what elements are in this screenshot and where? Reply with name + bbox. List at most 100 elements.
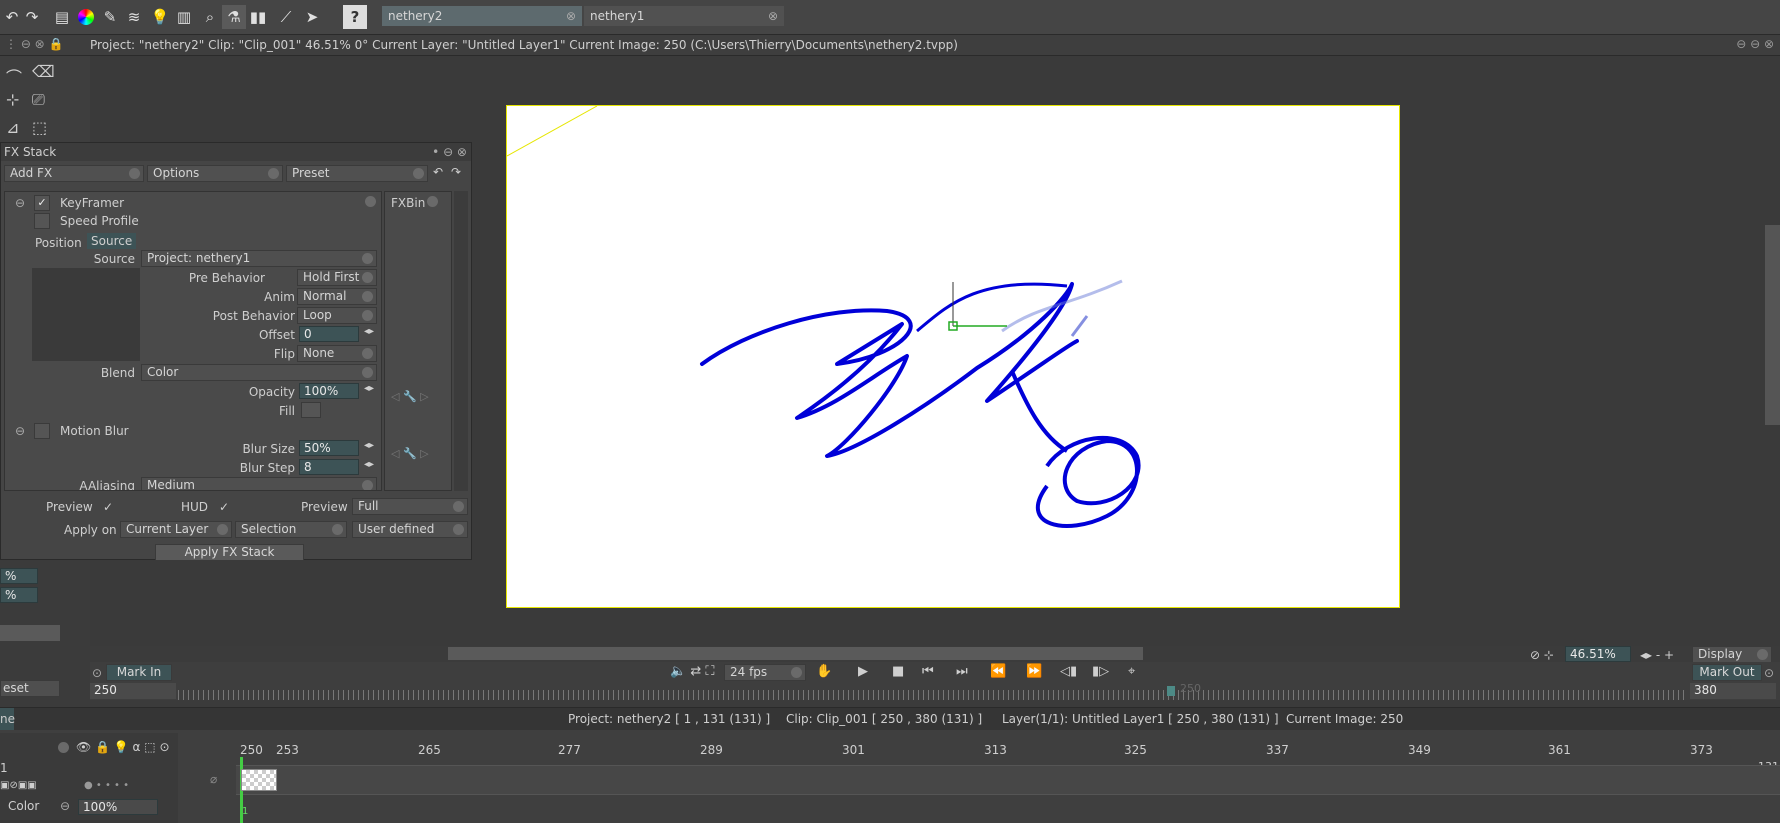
window-controls-icon[interactable]: ⊖ ⊖ ⊗ [1736,37,1774,51]
drawing-canvas[interactable] [506,105,1400,608]
fx-scrollbar[interactable] [454,191,468,491]
tab-source[interactable]: Source [87,233,137,249]
blend-dropdown[interactable]: Color [141,364,377,381]
blur-size-input[interactable]: 50% [299,440,359,456]
offset-input[interactable]: 0 [299,326,359,342]
mark-out-value[interactable]: 380 [1690,683,1776,699]
redo-icon[interactable]: ↷ [451,165,461,179]
send-icon[interactable]: ➤ [300,5,324,29]
preview-mode-dropdown[interactable]: Full [352,498,468,515]
flip-dropdown[interactable]: None [297,345,377,362]
help-icon[interactable]: ? [343,5,367,29]
search-icon[interactable]: ⌕ [198,5,222,29]
fps-dropdown[interactable]: 24 fps [724,664,806,681]
prev-frame-icon[interactable]: ◁▮ [1060,664,1077,679]
fxbin-label[interactable]: FXBin [391,196,425,210]
layer-track[interactable] [236,765,1780,795]
mark-in-button[interactable]: Mark In [106,664,172,681]
next-frame-icon[interactable]: ▮▷ [1092,664,1109,679]
anim-dropdown[interactable]: Normal [297,288,377,305]
fx-stack-icon[interactable]: ⚗ [222,5,246,29]
playhead-marker[interactable] [1167,686,1175,696]
keyframe-thumbnail[interactable] [241,769,277,791]
apply-fx-stack-button[interactable]: Apply FX Stack [155,544,304,561]
close-icon[interactable]: ⊗ [768,6,778,26]
frame-ruler[interactable] [178,690,1688,700]
user-defined-dropdown[interactable]: User defined [352,521,468,538]
stop-icon[interactable]: ■ [892,664,904,679]
slider-arrows-icon[interactable]: ◂▸ [364,383,374,394]
preset-dropdown[interactable]: Preset [286,165,428,182]
keyframe-nav-icon[interactable]: ◁ 🔧 ▷ [391,447,429,460]
layer-opacity-input[interactable]: 100% [78,799,158,815]
marker-icon[interactable]: ⌖ [1128,664,1135,679]
layer-icons[interactable]: ▣⊘▣▣ [0,780,37,791]
step-forward-icon[interactable]: ⏩ [1026,664,1042,679]
library-icon[interactable]: ▮▮ [246,5,270,29]
collapse-icon[interactable]: ⊖ [15,424,25,438]
play-icon[interactable]: ▶ [858,664,868,679]
layer-controls-icon[interactable]: 👁 🔒 💡 α ⬚ ⊙ [76,740,170,754]
step-back-icon[interactable]: ⏪ [990,664,1006,679]
chevron-down-icon[interactable] [365,196,376,207]
panel-menu-icon[interactable]: ⋮ ⊖ ⊗ 🔒 [5,37,64,51]
selection-dropdown[interactable]: Selection [235,521,347,538]
brush-tools-icon[interactable]: ✎ [98,5,122,29]
layer-dots[interactable]: ● • • • • [84,780,129,791]
tab-nethery2[interactable]: nethery2 ⊗ [382,6,582,26]
panel-controls-icon[interactable]: • ⊖ ⊗ [432,143,467,161]
hand-icon[interactable]: ✋ [816,664,832,679]
slider-arrows-icon[interactable]: ◂▸ [364,459,374,470]
graph-icon[interactable]: ⟋ [274,5,298,29]
crop-icon[interactable]: ⊿ [6,118,19,137]
slider-arrows-icon[interactable]: ◂▸ [364,326,374,337]
collapse-icon[interactable]: ⊖ [60,799,70,813]
mark-out-button[interactable]: Mark Out [1692,664,1762,681]
options-dropdown[interactable]: Options [147,165,283,182]
add-fx-dropdown[interactable]: Add FX [4,165,144,182]
preview-checkbox[interactable]: ✓ [103,500,113,514]
fill-color-swatch[interactable] [301,402,321,418]
chevron-down-icon[interactable] [58,742,69,753]
post-behavior-dropdown[interactable]: Loop [297,307,377,324]
keyframe-nav-icon[interactable]: ◁ 🔧 ▷ [391,390,429,403]
tab-position[interactable]: Position [35,236,82,250]
canvas-scrollbar-v[interactable] [1765,225,1780,425]
zoom-input[interactable]: 46.51% [1565,646,1631,662]
speed-profile-checkbox[interactable] [34,213,50,229]
hud-checkbox[interactable]: ✓ [219,500,229,514]
source-dropdown[interactable]: Project: nethery1 [141,250,377,267]
aliasing-dropdown[interactable]: Medium [141,477,377,490]
eraser-icon[interactable]: ⌫ [32,62,55,81]
selection-icon[interactable]: ⬚ [32,118,47,137]
reset-button[interactable]: eset [0,680,60,697]
transform-icon[interactable]: ⊹ [6,90,19,109]
camera-icon[interactable]: ⎚ [32,90,45,110]
status-left-tab[interactable]: ne [0,708,15,730]
color-wheel-icon[interactable] [74,5,98,29]
apply-on-dropdown[interactable]: Current Layer [120,521,232,538]
zoom-arrows-icon[interactable]: ◂▸ - + [1640,648,1674,662]
motion-blur-checkbox[interactable] [34,423,50,439]
go-end-icon[interactable]: ⏭ [956,664,968,679]
canvas-scrollbar-h[interactable] [448,647,1143,660]
zoom-fit-icon[interactable]: ⊘ ⊹ [1530,648,1554,662]
close-icon[interactable]: ⊗ [566,6,576,26]
blur-step-input[interactable]: 8 [299,459,359,475]
keyframer-checkbox[interactable]: ✓ [34,195,50,211]
pre-behavior-dropdown[interactable]: Hold First [297,269,377,286]
lasso-icon[interactable]: ⌒ [6,64,22,88]
sound-icon[interactable]: 🔈 ⇄ ⛶ [670,664,714,679]
slider-arrows-icon[interactable]: ◂▸ [364,440,374,451]
go-start-icon[interactable]: ⏮ [922,664,934,679]
toolbox-icon[interactable]: ▤ [50,5,74,29]
undo-icon[interactable]: ↶ [433,165,443,179]
redo-arrow-icon[interactable]: ↷ [20,5,44,29]
pen-tablet-icon[interactable]: ▥ [172,5,196,29]
opacity-input[interactable]: 100% [299,383,359,399]
tab-nethery1[interactable]: nethery1 ⊗ [584,6,784,26]
collapse-icon[interactable]: ⊖ [15,196,25,210]
mark-in-value[interactable]: 250 [90,683,176,699]
display-dropdown[interactable]: Display [1692,646,1772,663]
left-value-field-2[interactable]: % [0,587,38,603]
